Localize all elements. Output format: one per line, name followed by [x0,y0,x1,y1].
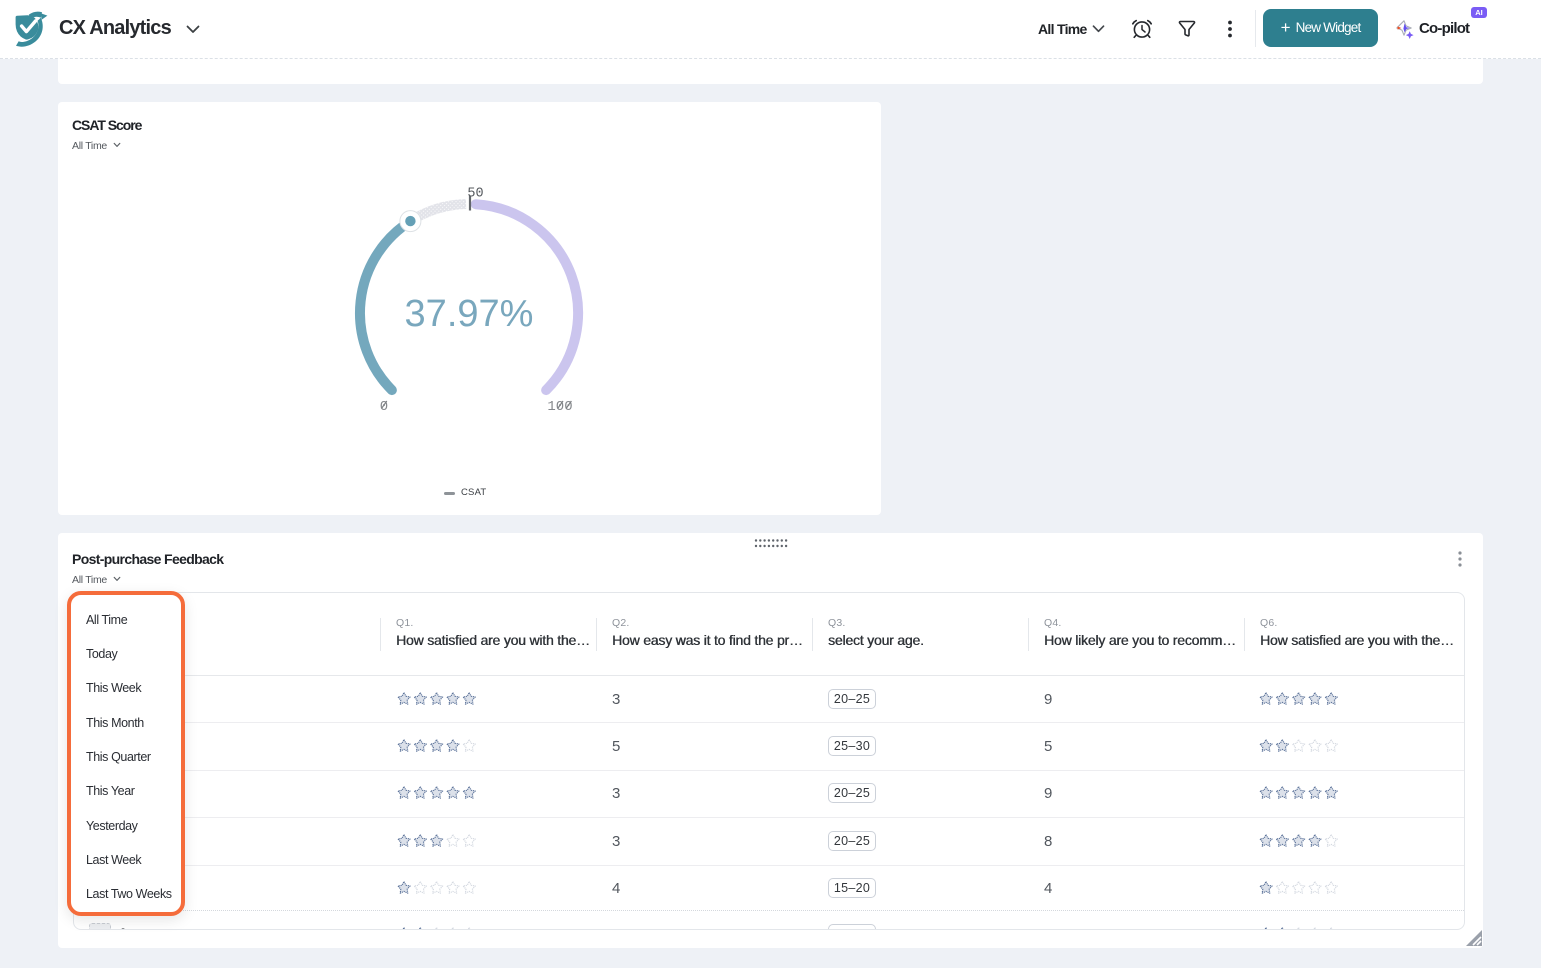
svg-text:50: 50 [467,187,483,202]
svg-text:37.97%: 37.97% [405,293,534,335]
svg-text:100: 100 [547,399,572,415]
